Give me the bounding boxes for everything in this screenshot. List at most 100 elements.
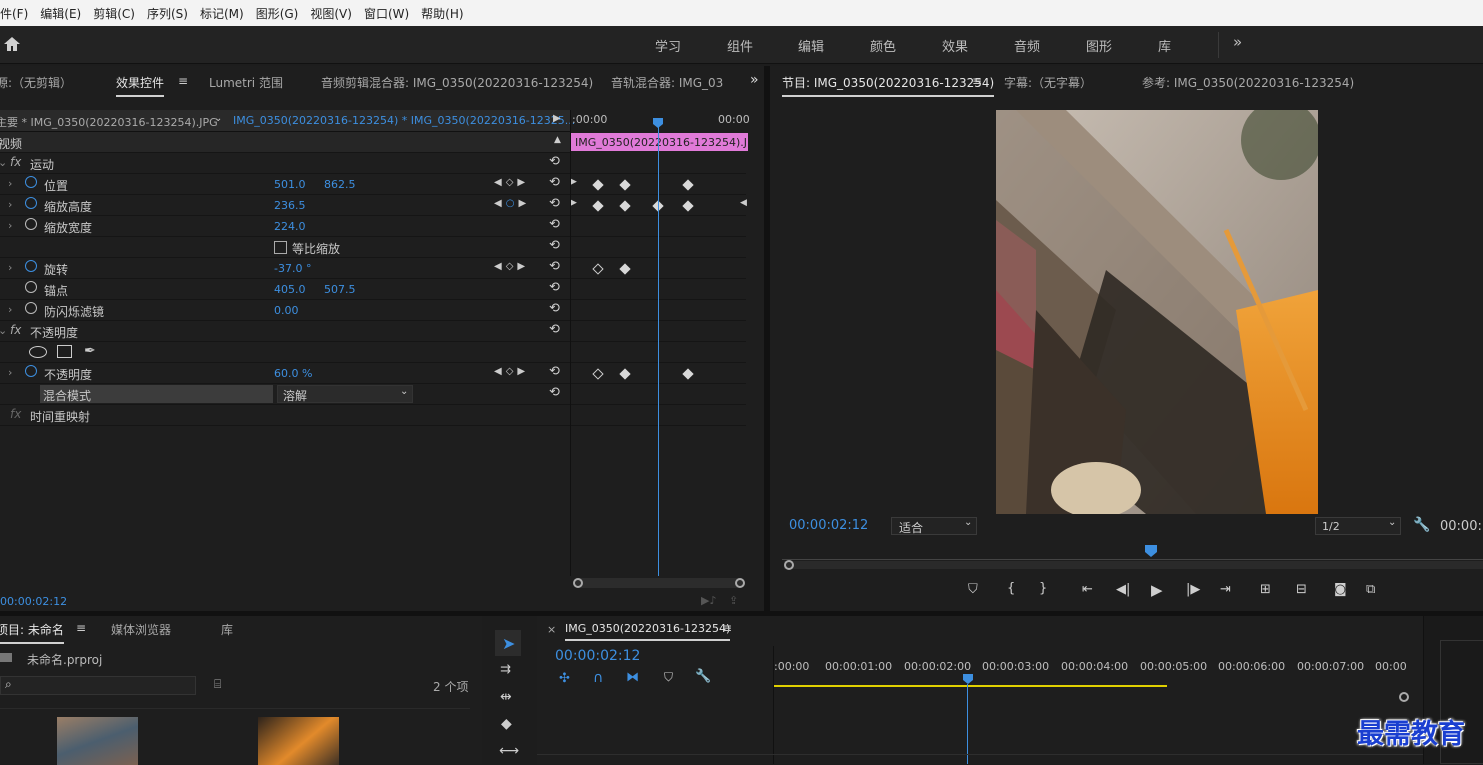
reset-icon[interactable]: ⟲ bbox=[549, 217, 560, 232]
more-tabs-icon[interactable]: » bbox=[750, 72, 759, 88]
panel-menu-icon[interactable]: ≡ bbox=[76, 621, 86, 635]
program-ruler[interactable] bbox=[782, 548, 1483, 560]
selection-tool-icon[interactable]: ➤ bbox=[502, 634, 515, 653]
timeline-timecode[interactable]: 00:00:02:12 bbox=[555, 648, 640, 664]
lift-icon[interactable]: ⊞ bbox=[1260, 582, 1271, 597]
zoom-select[interactable]: 适合 ⌄ bbox=[891, 517, 977, 535]
scale-height-value[interactable]: 236.5 bbox=[274, 199, 306, 212]
blend-mode-select[interactable]: 溶解 ⌄ bbox=[277, 385, 413, 403]
menu-help[interactable]: 帮助(H) bbox=[415, 5, 469, 22]
rotation-value[interactable]: -37.0 ° bbox=[274, 262, 311, 275]
scroll-handle-left[interactable] bbox=[573, 578, 583, 588]
keyframe[interactable] bbox=[619, 200, 631, 212]
step-back-icon[interactable]: ◀| bbox=[1116, 582, 1130, 597]
home-icon[interactable] bbox=[3, 36, 21, 52]
magnet-icon[interactable]: ∩ bbox=[593, 670, 603, 686]
pen-mask-icon[interactable]: ✒ bbox=[84, 343, 96, 359]
menu-clip[interactable]: 剪辑(C) bbox=[87, 5, 141, 22]
clip-bar[interactable]: IMG_0350(20220316-123254).JPG bbox=[570, 133, 748, 151]
reset-icon[interactable]: ⟲ bbox=[549, 259, 560, 274]
tab-source[interactable]: 源:（无剪辑） bbox=[0, 74, 72, 91]
ripple-edit-tool-icon[interactable]: ⇹ bbox=[500, 689, 512, 705]
reset-icon[interactable]: ⟲ bbox=[549, 385, 560, 400]
panel-menu-icon[interactable]: ≡ bbox=[722, 621, 732, 635]
stopwatch-icon[interactable] bbox=[25, 302, 37, 314]
track-select-tool-icon[interactable]: ⇉ bbox=[500, 662, 511, 677]
tab-audio-track-mixer[interactable]: 音轨混合器: IMG_03 bbox=[611, 74, 723, 91]
tab-reference[interactable]: 参考: IMG_0350(20220316-123254) bbox=[1142, 74, 1354, 91]
keyframe[interactable] bbox=[619, 179, 631, 191]
horizontal-scrollbar[interactable] bbox=[573, 578, 745, 588]
keyframe[interactable] bbox=[592, 368, 604, 380]
workspace-graphics[interactable]: 图形 bbox=[1086, 36, 1112, 55]
clip-label[interactable]: IMG_0350(20220316-123254) * IMG_0350(202… bbox=[233, 114, 575, 127]
workspace-libraries[interactable]: 库 bbox=[1158, 36, 1171, 55]
position-x-value[interactable]: 501.0 bbox=[274, 178, 306, 191]
reset-icon[interactable]: ⟲ bbox=[549, 280, 560, 295]
filter-icon[interactable]: ▶♪ bbox=[701, 594, 716, 607]
resolution-select[interactable]: 1/2 ⌄ bbox=[1315, 517, 1401, 535]
wrench-icon[interactable]: 🔧 bbox=[695, 669, 711, 684]
tab-audio-clip-mixer[interactable]: 音频剪辑混合器: IMG_0350(20220316-123254) bbox=[321, 74, 593, 91]
tab-effect-controls[interactable]: 效果控件 bbox=[116, 74, 165, 97]
anchor-x-value[interactable]: 405.0 bbox=[274, 283, 306, 296]
keyframe[interactable] bbox=[682, 200, 694, 212]
stopwatch-icon[interactable] bbox=[25, 281, 37, 293]
stopwatch-icon[interactable] bbox=[25, 176, 37, 188]
master-clip-label[interactable]: 主要 * IMG_0350(20220316-123254).JPG bbox=[0, 114, 218, 130]
keyframe[interactable] bbox=[592, 200, 604, 212]
expand-icon[interactable]: › bbox=[8, 177, 12, 190]
tab-media-browser[interactable]: 媒体浏览器 bbox=[111, 621, 171, 638]
keyframe[interactable] bbox=[619, 368, 631, 380]
playhead-handle-icon[interactable] bbox=[1144, 544, 1158, 558]
opacity-value[interactable]: 60.0 % bbox=[274, 367, 312, 380]
program-scrollbar[interactable] bbox=[784, 560, 1483, 570]
keyframe[interactable] bbox=[592, 179, 604, 191]
menu-edit[interactable]: 编辑(E) bbox=[34, 5, 87, 22]
flicker-value[interactable]: 0.00 bbox=[274, 304, 299, 317]
go-to-out-icon[interactable]: ⇥ bbox=[1220, 582, 1231, 597]
wrench-icon[interactable]: 🔧 bbox=[1413, 517, 1430, 533]
fx-icon[interactable]: fx bbox=[10, 155, 21, 169]
play-clip-icon[interactable]: ▶ bbox=[553, 113, 561, 124]
tab-project[interactable]: 项目: 未命名 bbox=[0, 621, 64, 644]
chevron-down-icon[interactable]: ⌄ bbox=[214, 113, 222, 124]
workspace-audio[interactable]: 音频 bbox=[1014, 36, 1040, 55]
expand-icon[interactable]: › bbox=[8, 366, 12, 379]
stopwatch-icon[interactable] bbox=[25, 260, 37, 272]
menu-window[interactable]: 窗口(W) bbox=[358, 5, 415, 22]
find-icon[interactable]: ⌸ bbox=[214, 677, 221, 692]
stopwatch-icon[interactable] bbox=[25, 197, 37, 209]
fx-icon[interactable]: fx bbox=[10, 323, 21, 337]
reset-icon[interactable]: ⟲ bbox=[549, 322, 560, 337]
expand-icon[interactable]: ⌄ bbox=[0, 156, 7, 169]
reset-icon[interactable]: ⟲ bbox=[549, 154, 560, 169]
expand-icon[interactable]: › bbox=[8, 261, 12, 274]
tab-lumetri-scopes[interactable]: Lumetri 范围 bbox=[209, 74, 283, 91]
razor-tool-icon[interactable]: ◆ bbox=[501, 716, 512, 732]
video-frame[interactable] bbox=[996, 110, 1318, 514]
play-icon[interactable]: ▶ bbox=[1151, 581, 1163, 599]
export-icon[interactable]: ⇪ bbox=[729, 594, 738, 607]
menu-graphics[interactable]: 图形(G) bbox=[250, 5, 305, 22]
compare-view-icon[interactable]: ⧉ bbox=[1366, 582, 1375, 597]
search-input[interactable]: ⌕ bbox=[0, 676, 196, 695]
tab-captions[interactable]: 字幕:（无字幕） bbox=[1004, 74, 1092, 91]
fx-icon[interactable]: fx bbox=[10, 407, 21, 421]
rectangle-mask-icon[interactable] bbox=[57, 345, 72, 358]
reset-icon[interactable]: ⟲ bbox=[549, 238, 560, 253]
clip-thumbnail[interactable] bbox=[57, 717, 138, 765]
keyframe[interactable] bbox=[619, 263, 631, 275]
workspace-color[interactable]: 颜色 bbox=[870, 36, 896, 55]
menu-sequence[interactable]: 序列(S) bbox=[141, 5, 194, 22]
stopwatch-icon[interactable] bbox=[25, 365, 37, 377]
linked-selection-icon[interactable]: ⧓ bbox=[626, 670, 639, 685]
panel-menu-icon[interactable]: ≡ bbox=[178, 74, 188, 88]
keyframe[interactable] bbox=[682, 368, 694, 380]
expand-icon[interactable]: › bbox=[8, 303, 12, 316]
workspace-editing[interactable]: 编辑 bbox=[798, 36, 824, 55]
expand-icon[interactable]: › bbox=[8, 198, 12, 211]
menu-marker[interactable]: 标记(M) bbox=[194, 5, 250, 22]
reset-icon[interactable]: ⟲ bbox=[549, 196, 560, 211]
keyframe-area[interactable]: ▶ ▶ ◀ bbox=[570, 174, 748, 424]
